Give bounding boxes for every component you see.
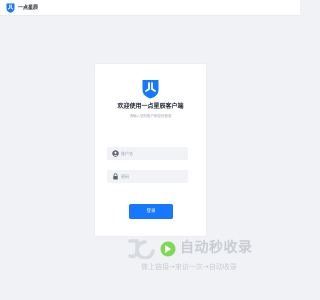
login-button[interactable]: 登录 [129, 204, 173, 219]
watermark-logo-icon [128, 239, 178, 259]
shield-logo-icon [141, 79, 160, 99]
password-input[interactable] [121, 170, 185, 183]
brand-logo-icon [6, 3, 15, 13]
login-card: 欢迎使用一点星辰客户端 请输入您的账户和密码登录 登录 [95, 64, 206, 236]
watermark: 自动秒收录 做上链接→来访一次→自动收录 [128, 237, 300, 277]
account-field[interactable] [107, 147, 188, 160]
login-subtitle: 请输入您的账户和密码登录 [129, 114, 172, 118]
account-input[interactable] [121, 147, 185, 160]
password-field[interactable] [107, 170, 188, 183]
brand-name: 一点星辰 [18, 5, 39, 11]
watermark-title: 自动秒收录 [180, 240, 253, 256]
user-icon [112, 150, 119, 157]
lock-icon [112, 173, 119, 180]
login-title: 欢迎使用一点星辰客户端 [117, 103, 184, 110]
top-bar: 一点星辰 [0, 0, 300, 16]
brand[interactable]: 一点星辰 [6, 3, 38, 13]
watermark-slogan: 做上链接→来访一次→自动收录 [141, 263, 237, 271]
